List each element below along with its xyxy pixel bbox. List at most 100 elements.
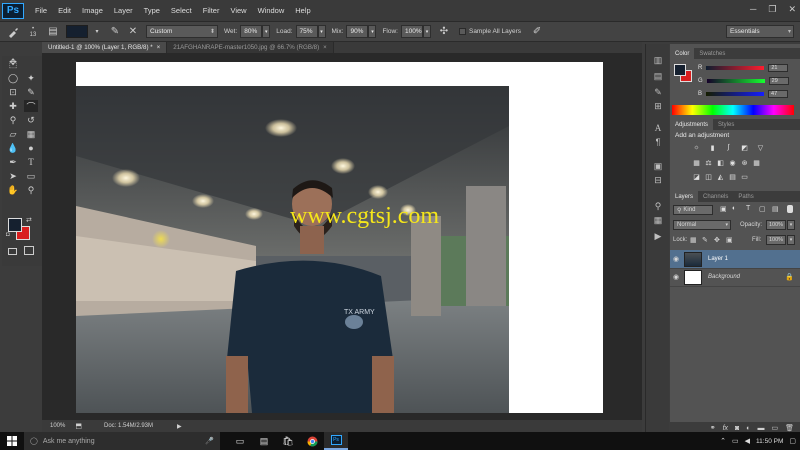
pressure-icon[interactable]: ✐ xyxy=(530,25,544,39)
selective-color-icon[interactable]: ▤ xyxy=(728,172,737,181)
fill-dropdown[interactable]: ▾ xyxy=(787,235,795,245)
network-icon[interactable]: ▭ xyxy=(732,437,739,445)
vibrance-icon[interactable]: ▽ xyxy=(756,143,765,152)
actions-panel-icon[interactable]: ▶ xyxy=(652,230,664,242)
new-adjustment-icon[interactable]: ◐ xyxy=(746,425,750,432)
windows-start-icon[interactable] xyxy=(0,432,24,450)
task-view-icon[interactable]: ▭ xyxy=(228,432,252,450)
airbrush-icon[interactable]: ✣ xyxy=(437,25,451,39)
paragraph-panel-icon[interactable]: ¶ xyxy=(652,136,664,148)
filter-adjust-icon[interactable]: ◐ xyxy=(732,205,736,212)
restore-button[interactable]: ❐ xyxy=(768,4,776,15)
lasso-tool-icon[interactable]: ◯ xyxy=(6,72,20,84)
filter-type-icon[interactable]: T xyxy=(746,205,750,212)
new-group-icon[interactable]: ▬ xyxy=(757,425,764,432)
character-panel-icon[interactable]: A xyxy=(652,122,664,134)
wet-dropdown[interactable]: ▾ xyxy=(262,25,271,38)
store-icon[interactable]: 🛍 xyxy=(276,432,300,450)
properties-panel-icon[interactable]: ▤ xyxy=(652,70,664,82)
color-balance-icon[interactable]: ⚖ xyxy=(704,158,713,167)
lock-position-icon[interactable]: ✥ xyxy=(714,236,720,244)
load-dropdown[interactable]: ▾ xyxy=(317,25,326,38)
clean-brush-after-stroke-icon[interactable]: ✕ xyxy=(126,25,140,39)
tab-color[interactable]: Color xyxy=(670,48,695,59)
delete-layer-icon[interactable]: 🗑 xyxy=(785,424,794,432)
opacity-input[interactable]: 100% xyxy=(766,220,786,230)
red-value-input[interactable]: 21 xyxy=(768,63,789,72)
swap-colors-icon[interactable]: ⇄ xyxy=(26,216,32,224)
minimize-button[interactable]: ─ xyxy=(750,4,756,15)
blend-preset-dropdown[interactable]: Custom ⬍ xyxy=(146,25,218,38)
zoom-tool-icon[interactable]: ⚲ xyxy=(24,184,38,196)
healing-brush-tool-icon[interactable]: ✚ xyxy=(6,100,20,112)
channel-mixer-icon[interactable]: ⊛ xyxy=(740,158,749,167)
brightness-contrast-icon[interactable]: ☼ xyxy=(692,143,701,152)
link-layers-icon[interactable]: ⚭ xyxy=(710,424,716,432)
layer-kind-filter[interactable]: ⚲ Kind xyxy=(673,205,713,215)
tab-layers[interactable]: Layers xyxy=(670,191,699,202)
info-panel-icon[interactable]: ▣ xyxy=(652,160,664,172)
blur-tool-icon[interactable]: 💧 xyxy=(6,142,20,154)
eraser-tool-icon[interactable]: ▱ xyxy=(6,128,20,140)
mix-input[interactable]: 90% xyxy=(346,25,369,38)
tab-channels[interactable]: Channels xyxy=(698,191,733,202)
brush-presets-icon[interactable]: ⊞ xyxy=(652,100,664,112)
menu-file[interactable]: File xyxy=(35,6,47,15)
flow-input[interactable]: 100% xyxy=(400,25,423,38)
visibility-eye-icon[interactable]: ◉ xyxy=(670,255,682,263)
blue-value-input[interactable]: 47 xyxy=(768,89,789,98)
brush-panel-toggle-icon[interactable]: ▤ xyxy=(46,25,60,39)
blue-slider[interactable] xyxy=(706,91,765,96)
green-value-input[interactable]: 29 xyxy=(768,76,789,85)
menu-type[interactable]: Type xyxy=(144,6,160,15)
navigator-panel-icon[interactable]: ⊟ xyxy=(652,174,664,186)
tray-chevron-icon[interactable]: ⌃ xyxy=(720,437,726,445)
tab-styles[interactable]: Styles xyxy=(713,119,739,130)
rect-marquee-tool-icon[interactable]: ⬚ xyxy=(6,58,20,70)
foreground-color-swatch[interactable] xyxy=(8,218,22,232)
mixer-brush-tool-icon[interactable] xyxy=(6,25,20,39)
brush-preset-picker[interactable]: • 13 xyxy=(24,25,42,39)
new-layer-icon[interactable]: ▭ xyxy=(771,424,778,432)
invert-icon[interactable]: ◪ xyxy=(692,172,701,181)
load-input[interactable]: 75% xyxy=(295,25,318,38)
status-menu-arrow[interactable]: ▶ xyxy=(177,423,182,430)
photo-layer-1[interactable]: TX ARMY xyxy=(76,86,509,413)
tab-untitled-1[interactable]: Untitled-1 @ 100% (Layer 1, RGB/8) * × xyxy=(42,42,168,53)
mix-dropdown[interactable]: ▾ xyxy=(368,25,377,38)
mixer-brush-tool-icon[interactable]: ⌒ xyxy=(24,100,38,112)
opacity-dropdown[interactable]: ▾ xyxy=(787,220,795,230)
close-tab-icon[interactable]: × xyxy=(323,44,327,51)
clone-stamp-tool-icon[interactable]: ⚲ xyxy=(6,114,20,126)
load-brush-dropdown-icon[interactable]: ▾ xyxy=(90,25,104,39)
layer-row-layer-1[interactable]: ◉ Layer 1 xyxy=(670,250,800,269)
menu-window[interactable]: Window xyxy=(258,6,285,15)
status-export-icon[interactable]: ⬒ xyxy=(75,422,82,430)
shape-tool-icon[interactable]: ▭ xyxy=(24,170,38,182)
visibility-eye-icon[interactable]: ◉ xyxy=(670,273,682,281)
green-slider[interactable] xyxy=(706,78,765,83)
menu-help[interactable]: Help xyxy=(295,6,310,15)
lock-image-icon[interactable]: ✎ xyxy=(702,236,708,244)
lock-all-icon[interactable]: ▣ xyxy=(726,236,733,244)
menu-select[interactable]: Select xyxy=(171,6,192,15)
eyedropper-tool-icon[interactable]: ✎ xyxy=(24,86,38,98)
gradient-tool-icon[interactable]: ▦ xyxy=(24,128,38,140)
default-colors-icon[interactable]: ◘ xyxy=(6,232,10,238)
threshold-icon[interactable]: ◭ xyxy=(716,172,725,181)
gradient-map-icon[interactable]: ▭ xyxy=(740,172,749,181)
load-brush-after-stroke-icon[interactable]: ✎ xyxy=(108,25,122,39)
magic-wand-tool-icon[interactable]: ✦ xyxy=(24,72,38,84)
crop-tool-icon[interactable]: ⊡ xyxy=(6,86,20,98)
volume-icon[interactable]: ◀ xyxy=(745,437,750,445)
menu-layer[interactable]: Layer xyxy=(114,6,133,15)
type-tool-icon[interactable]: T xyxy=(24,156,38,168)
tab-swatches[interactable]: Swatches xyxy=(694,48,730,59)
clock[interactable]: 11:50 PM xyxy=(756,438,783,445)
layer-row-background[interactable]: ◉ Background 🔒 xyxy=(670,268,800,287)
filter-smart-icon[interactable]: ▤ xyxy=(772,205,779,213)
menu-image[interactable]: Image xyxy=(82,6,103,15)
curves-icon[interactable]: ∫ xyxy=(724,143,733,152)
add-mask-icon[interactable]: ◙ xyxy=(735,425,739,432)
tool-presets-icon[interactable]: ▦ xyxy=(652,214,664,226)
